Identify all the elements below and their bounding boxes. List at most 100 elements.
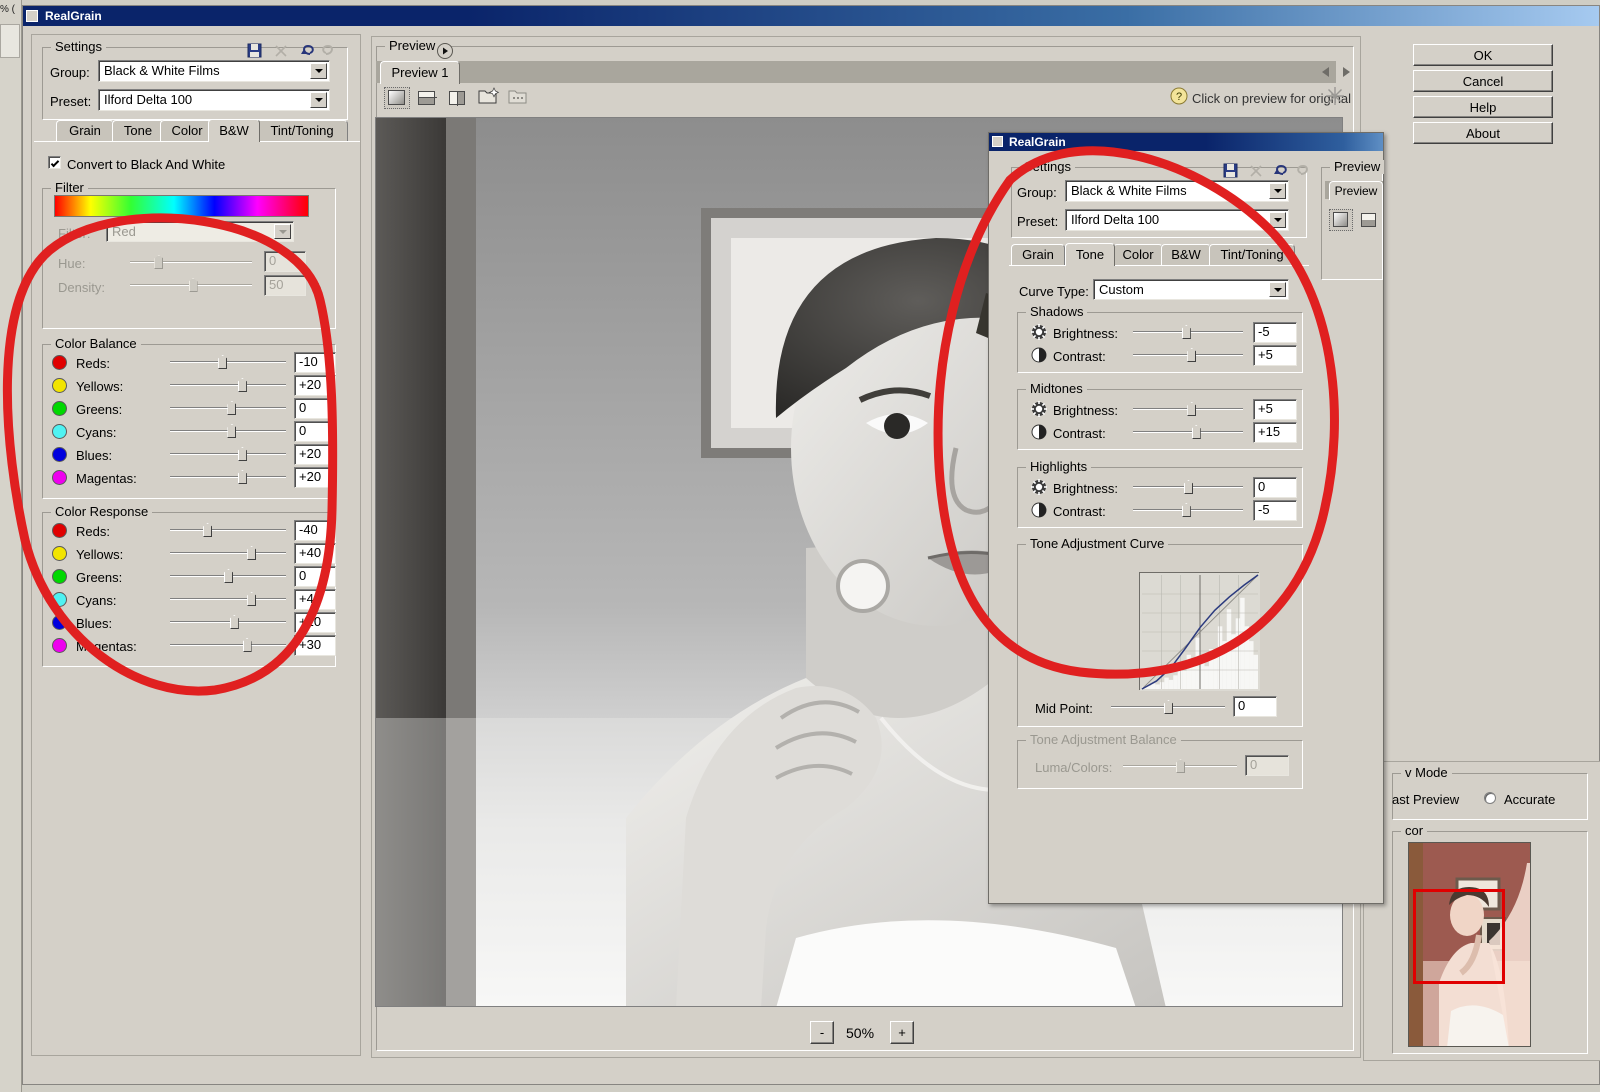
chevron-down-icon[interactable] — [310, 63, 327, 79]
preview-tab-1[interactable]: Preview 1 — [380, 61, 460, 84]
help-button[interactable]: Help — [1413, 96, 1553, 118]
sparkle-icon[interactable] — [1324, 85, 1346, 107]
color-response-row-value[interactable]: +40 — [294, 543, 336, 564]
single-view-icon[interactable] — [384, 87, 410, 109]
color-balance-row-slider[interactable] — [170, 446, 286, 462]
color-balance-row-slider[interactable] — [170, 354, 286, 370]
shadows-contrast-value[interactable]: +5 — [1253, 345, 1297, 366]
slider-thumb[interactable] — [1191, 425, 1201, 439]
load-preview-icon[interactable] — [506, 85, 532, 109]
front-tab-color[interactable]: Color — [1113, 244, 1163, 265]
color-balance-row-slider-thumb[interactable] — [237, 447, 247, 461]
mid-point-slider[interactable] — [1111, 699, 1225, 715]
color-response-row-slider[interactable] — [170, 568, 286, 584]
color-response-row-value[interactable]: +30 — [294, 635, 336, 656]
slider-thumb[interactable] — [1181, 325, 1191, 339]
color-balance-row-slider-thumb[interactable] — [237, 378, 247, 392]
color-balance-row-slider[interactable] — [170, 423, 286, 439]
tab-grain[interactable]: Grain — [56, 120, 114, 141]
chevron-down-icon[interactable] — [1269, 212, 1286, 228]
luma-colors-slider[interactable] — [1123, 758, 1237, 774]
preview-collapse-icon[interactable] — [436, 42, 454, 60]
luma-colors-slider-thumb[interactable] — [1176, 759, 1185, 773]
group-combo[interactable]: Black & White Films — [98, 60, 330, 82]
color-response-row-slider-thumb[interactable] — [247, 546, 257, 560]
mid-point-slider-thumb[interactable] — [1164, 700, 1173, 714]
color-response-row-slider-thumb[interactable] — [224, 569, 233, 583]
tab-color[interactable]: Color — [160, 120, 214, 141]
front-tab-grain[interactable]: Grain — [1011, 244, 1065, 265]
chevron-down-icon[interactable] — [1269, 183, 1286, 199]
color-response-row-slider-thumb[interactable] — [242, 638, 252, 652]
navigator-viewport-rect[interactable] — [1413, 889, 1505, 984]
color-balance-row-value[interactable]: +20 — [294, 375, 336, 396]
highlights-contrast-slider[interactable] — [1133, 502, 1243, 518]
color-response-row-slider-thumb[interactable] — [247, 592, 257, 606]
luma-colors-value[interactable]: 0 — [1245, 755, 1289, 776]
highlights-contrast-value[interactable]: -5 — [1253, 500, 1297, 521]
color-balance-row-slider[interactable] — [170, 377, 286, 393]
density-slider-thumb[interactable] — [188, 278, 198, 292]
front-single-view-icon[interactable] — [1329, 209, 1353, 231]
ok-button[interactable]: OK — [1413, 44, 1553, 66]
color-response-row-slider[interactable] — [170, 591, 286, 607]
front-preview-tab[interactable]: Preview — [1329, 181, 1383, 200]
preview-tab-scrollers[interactable] — [1317, 63, 1355, 81]
new-preview-icon[interactable] — [476, 85, 502, 109]
color-balance-row-value[interactable]: +20 — [294, 444, 336, 465]
slider-thumb[interactable] — [1187, 402, 1197, 416]
slider-thumb[interactable] — [1184, 480, 1193, 494]
shadows-contrast-slider[interactable] — [1133, 347, 1243, 363]
color-balance-row-slider[interactable] — [170, 400, 286, 416]
accurate-radio[interactable] — [1484, 792, 1496, 804]
preset-combo[interactable]: Ilford Delta 100 — [98, 89, 330, 111]
chevron-down-icon[interactable] — [310, 92, 327, 108]
color-balance-row-slider[interactable] — [170, 469, 286, 485]
split-vertical-icon[interactable] — [444, 87, 470, 109]
midtones-contrast-slider[interactable] — [1133, 424, 1243, 440]
color-response-row-slider[interactable] — [170, 522, 286, 538]
zoom-in-button[interactable]: + — [890, 1021, 914, 1044]
filter-combo[interactable]: Red — [106, 221, 294, 242]
navigator-thumbnail[interactable] — [1408, 842, 1531, 1047]
midtones-contrast-value[interactable]: +15 — [1253, 422, 1297, 443]
color-balance-row-slider-thumb[interactable] — [218, 355, 228, 369]
color-response-row-slider[interactable] — [170, 614, 286, 630]
convert-to-bw-checkbox[interactable] — [48, 156, 61, 169]
color-response-row-slider-thumb[interactable] — [203, 523, 213, 537]
color-balance-row-value[interactable]: -10 — [294, 352, 336, 373]
tab-bw[interactable]: B&W — [208, 119, 260, 142]
shadows-brightness-slider[interactable] — [1133, 324, 1243, 340]
front-tab-bw[interactable]: B&W — [1161, 244, 1211, 265]
color-balance-row-slider-thumb[interactable] — [227, 424, 237, 438]
front-tab-tint-toning[interactable]: Tint/Toning — [1209, 244, 1295, 265]
tab-tone[interactable]: Tone — [112, 120, 164, 141]
hue-slider[interactable] — [130, 254, 252, 270]
midtones-brightness-value[interactable]: +5 — [1253, 399, 1297, 420]
mid-point-value[interactable]: 0 — [1233, 696, 1277, 717]
chevron-down-icon[interactable] — [1269, 282, 1286, 297]
highlights-brightness-slider[interactable] — [1133, 479, 1243, 495]
color-response-row-slider[interactable] — [170, 637, 286, 653]
color-balance-row-value[interactable]: 0 — [294, 398, 336, 419]
color-balance-row-value[interactable]: +20 — [294, 467, 336, 488]
cancel-button[interactable]: Cancel — [1413, 70, 1553, 92]
split-horizontal-icon[interactable] — [414, 87, 440, 109]
question-icon[interactable]: ? — [1170, 87, 1188, 105]
color-response-row-value[interactable]: +10 — [294, 612, 336, 633]
hue-value[interactable]: 0 — [264, 251, 306, 272]
slider-thumb[interactable] — [1181, 503, 1191, 517]
density-value[interactable]: 50 — [264, 275, 306, 296]
color-response-row-value[interactable]: -40 — [294, 520, 336, 541]
front-group-combo[interactable]: Black & White Films — [1065, 180, 1289, 202]
tone-curve-plot[interactable] — [1139, 572, 1260, 691]
color-response-row-value[interactable]: 0 — [294, 566, 336, 587]
curve-type-combo[interactable]: Custom — [1093, 279, 1289, 300]
midtones-brightness-slider[interactable] — [1133, 401, 1243, 417]
color-balance-row-slider-thumb[interactable] — [227, 401, 237, 415]
color-response-row-slider[interactable] — [170, 545, 286, 561]
highlights-brightness-value[interactable]: 0 — [1253, 477, 1297, 498]
front-split-horizontal-icon[interactable] — [1357, 209, 1381, 231]
hue-slider-thumb[interactable] — [154, 255, 164, 269]
front-preset-combo[interactable]: Ilford Delta 100 — [1065, 209, 1289, 231]
